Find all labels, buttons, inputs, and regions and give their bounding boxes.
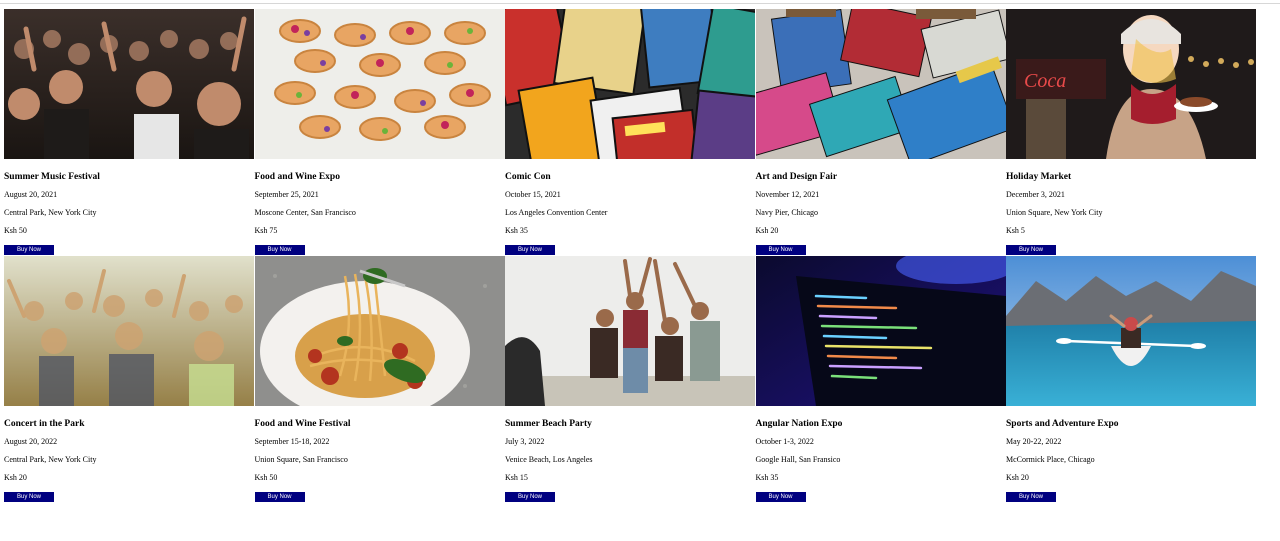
event-date: October 1-3, 2022 [755,437,814,446]
paint-brushes-photo [755,9,1006,159]
event-venue: Moscone Center, San Francisco [254,208,356,217]
event-card: Food and Wine Expo September 25, 2021 Mo… [254,9,505,256]
event-price: Ksh 35 [755,473,779,482]
event-card: Food and Wine Festival September 15-18, … [254,256,505,503]
buy-now-button[interactable]: Buy Now [1006,492,1056,502]
event-title: Angular Nation Expo [755,419,843,429]
dancing-crowd-photo [4,256,254,406]
event-title: Summer Music Festival [4,172,100,182]
event-price: Ksh 15 [505,473,528,482]
event-price: Ksh 20 [1006,473,1029,482]
top-divider [0,3,1280,4]
event-card: Concert in the Park August 20, 2022 Cent… [4,256,254,503]
event-venue: Venice Beach, Los Angeles [505,455,593,464]
event-title: Art and Design Fair [755,172,838,182]
code-laptop-photo [755,256,1006,406]
event-date: August 20, 2021 [4,190,58,199]
event-price: Ksh 75 [254,226,278,235]
buy-now-button[interactable]: Buy Now [505,492,555,502]
event-venue: Google Hall, San Fransico [755,455,841,464]
event-card: Art and Design Fair November 12, 2021 Na… [755,9,1006,256]
event-venue: Central Park, New York City [4,208,97,217]
buy-now-button[interactable]: Buy Now [4,492,54,502]
event-title: Food and Wine Festival [254,419,351,429]
buy-now-button[interactable]: Buy Now [1006,245,1056,255]
event-price: Ksh 50 [254,473,278,482]
event-date: July 3, 2022 [505,437,545,446]
buy-now-button[interactable]: Buy Now [755,492,806,502]
svg-text:Coca: Coca [1024,70,1066,92]
event-price: Ksh 5 [1006,226,1025,235]
buy-now-button[interactable]: Buy Now [4,245,54,255]
event-date: December 3, 2021 [1006,190,1065,199]
event-price: Ksh 20 [755,226,779,235]
buy-now-button[interactable]: Buy Now [755,245,806,255]
event-date: September 25, 2021 [254,190,319,199]
event-date: October 15, 2021 [505,190,561,199]
event-price: Ksh 35 [505,226,528,235]
event-venue: McCormick Place, Chicago [1006,455,1095,464]
spaghetti-plate-photo [254,256,505,406]
event-card: Angular Nation Expo October 1-3, 2022 Go… [755,256,1006,503]
event-date: May 20-22, 2022 [1006,437,1062,446]
comic-books-photo [505,9,755,159]
event-venue: Union Square, New York City [1006,208,1103,217]
beach-friends-photo [505,256,755,406]
event-price: Ksh 20 [4,473,27,482]
event-price: Ksh 50 [4,226,27,235]
event-title: Food and Wine Expo [254,172,340,182]
buy-now-button[interactable]: Buy Now [254,245,305,255]
event-venue: Central Park, New York City [4,455,97,464]
event-card: Sports and Adventure Expo May 20-22, 202… [1006,256,1256,503]
event-date: August 20, 2022 [4,437,58,446]
event-title: Sports and Adventure Expo [1006,419,1119,429]
event-card: Summer Music Festival August 20, 2021 Ce… [4,9,254,256]
event-title: Comic Con [505,172,551,182]
event-title: Summer Beach Party [505,419,592,429]
event-venue: Navy Pier, Chicago [755,208,819,217]
event-date: November 12, 2021 [755,190,820,199]
event-grid: Summer Music Festival August 20, 2021 Ce… [4,9,1256,503]
event-card: Comic Con October 15, 2021 Los Angeles C… [505,9,755,256]
event-venue: Los Angeles Convention Center [505,208,608,217]
event-title: Concert in the Park [4,419,85,429]
winter-market-photo: Coca [1006,9,1256,159]
buy-now-button[interactable]: Buy Now [505,245,555,255]
event-venue: Union Square, San Francisco [254,455,348,464]
event-title: Holiday Market [1006,172,1072,182]
buy-now-button[interactable]: Buy Now [254,492,305,502]
event-card: Coca Holiday Market December 3, 2021 Uni… [1006,9,1256,256]
event-card: Summer Beach Party July 3, 2022 Venice B… [505,256,755,503]
fruit-tarts-photo [254,9,505,159]
event-date: September 15-18, 2022 [254,437,330,446]
concert-crowd-photo [4,9,254,159]
kayak-lake-photo [1006,256,1256,406]
